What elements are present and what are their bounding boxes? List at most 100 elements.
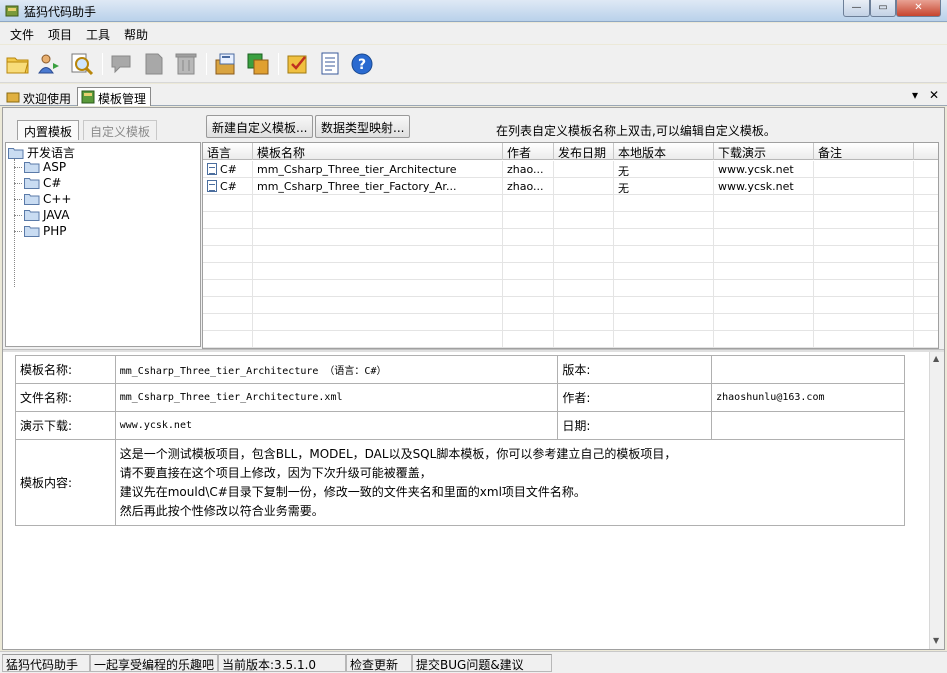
column-separator [502,331,503,348]
column-header-local-version[interactable]: 本地版本 [614,143,714,160]
column-separator [553,297,554,314]
tab-welcome[interactable]: 欢迎使用 [2,87,76,106]
content-line: 请不要直接在这个项目上修改，因为下次升级可能被覆盖， [119,465,432,480]
template-file-icon [207,180,217,192]
open-folder-icon[interactable] [4,50,32,78]
cell-release-date [554,161,614,178]
cell-template-name: mm_Csharp_Three_tier_Architecture [253,161,503,178]
column-separator [613,229,614,246]
table-row[interactable]: C# mm_Csharp_Three_tier_Architecture zha… [203,161,938,178]
tab-template-manager[interactable]: 模板管理 [77,87,152,106]
label-template-name: 模板名称: [15,355,116,384]
close-button[interactable]: ✕ [896,0,941,17]
tab-custom-templates[interactable]: 自定义模板 [83,120,158,140]
menu-tools[interactable]: 工具 [86,26,110,43]
column-separator [613,297,614,314]
empty-row [203,195,938,212]
tree-guide [14,167,22,168]
column-separator [553,195,554,212]
page-icon[interactable] [140,50,168,78]
table-row[interactable]: C# mm_Csharp_Three_tier_Factory_Ar... zh… [203,178,938,195]
new-custom-template-button[interactable]: 新建自定义模板... [206,115,314,138]
column-header-language[interactable]: 语言 [203,143,253,160]
column-separator [502,212,503,229]
column-header-notes[interactable]: 备注 [814,143,914,160]
details-scrollbar[interactable]: ▲ ▼ [929,352,944,649]
column-header-download-demo[interactable]: 下载演示 [714,143,814,160]
tree-node-csharp[interactable]: C# [24,176,61,192]
cell-local-version: 无 [614,161,714,178]
data-type-mapping-button[interactable]: 数据类型映射... [315,115,411,138]
scroll-down-icon[interactable]: ▼ [933,636,939,645]
column-separator [613,212,614,229]
column-header-template-name[interactable]: 模板名称 [253,143,503,160]
column-header-author[interactable]: 作者 [503,143,554,160]
column-separator [613,280,614,297]
status-app-name: 猛犸代码助手 [2,654,90,672]
scroll-up-icon[interactable]: ▲ [933,354,939,363]
tree-node-php[interactable]: PHP [24,224,67,240]
tab-builtin-templates[interactable]: 内置模板 [17,120,80,140]
check-update-link[interactable]: 检查更新 [346,654,412,672]
menu-file[interactable]: 文件 [10,26,34,43]
empty-row [203,331,938,348]
tree-root[interactable]: 开发语言 [8,144,75,160]
column-separator [553,263,554,280]
column-separator [252,280,253,297]
column-separator [713,229,714,246]
cell-text: C# [220,163,237,176]
column-separator [713,195,714,212]
column-separator [502,280,503,297]
column-separator [502,246,503,263]
column-separator [252,246,253,263]
column-separator [813,280,814,297]
minimize-button[interactable]: — [843,0,870,17]
cell-release-date [554,178,614,195]
comment-icon[interactable] [108,50,136,78]
config-icon[interactable] [244,50,272,78]
cell-language: C# [203,178,253,195]
search-icon[interactable] [68,50,96,78]
column-separator [913,229,914,246]
cell-language: C# [203,161,253,178]
users-icon[interactable] [36,50,64,78]
column-header-release-date[interactable]: 发布日期 [554,143,614,160]
folder-icon [24,194,40,205]
column-separator [713,212,714,229]
details-row-file: 文件名称: mm_Csharp_Three_tier_Architecture.… [15,383,905,412]
label-file-name: 文件名称: [15,383,116,412]
value-author: zhaoshunlu@163.com [711,383,905,412]
help-icon[interactable]: ? [348,50,376,78]
label-date: 日期: [557,411,713,440]
menu-project[interactable]: 项目 [48,26,72,43]
column-separator [252,314,253,331]
tab-dropdown-icon[interactable]: ▾ [912,88,918,102]
status-slogan: 一起享受编程的乐趣吧 [90,654,218,672]
edit-icon[interactable] [284,50,312,78]
column-separator [913,263,914,280]
column-separator [713,297,714,314]
tree-node-java[interactable]: JAVA [24,208,69,224]
label-template-content: 模板内容: [15,439,116,526]
column-separator [553,331,554,348]
tree-node-cpp[interactable]: C++ [24,192,72,208]
submit-bug-link[interactable]: 提交BUG问题&建议 [412,654,552,672]
tab-label: 模板管理 [98,92,147,106]
column-separator [713,331,714,348]
tree-root-label: 开发语言 [27,146,76,160]
value-demo-download: www.ycsk.net [114,411,559,440]
document-icon[interactable] [316,50,344,78]
menu-help[interactable]: 帮助 [124,26,148,43]
tab-close-icon[interactable]: ✕ [929,88,939,102]
trash-icon[interactable] [172,50,200,78]
label-version: 版本: [557,355,713,384]
empty-row [203,246,938,263]
package-icon[interactable] [212,50,240,78]
tree-node-asp[interactable]: ASP [24,160,66,176]
column-separator [913,195,914,212]
column-separator [713,280,714,297]
content-line: 这是一个测试模板项目，包含BLL，MODEL，DAL以及SQL脚本模板，你可以参… [119,446,677,461]
empty-row [203,297,938,314]
value-version [711,355,905,384]
maximize-button[interactable]: ▭ [870,0,896,17]
